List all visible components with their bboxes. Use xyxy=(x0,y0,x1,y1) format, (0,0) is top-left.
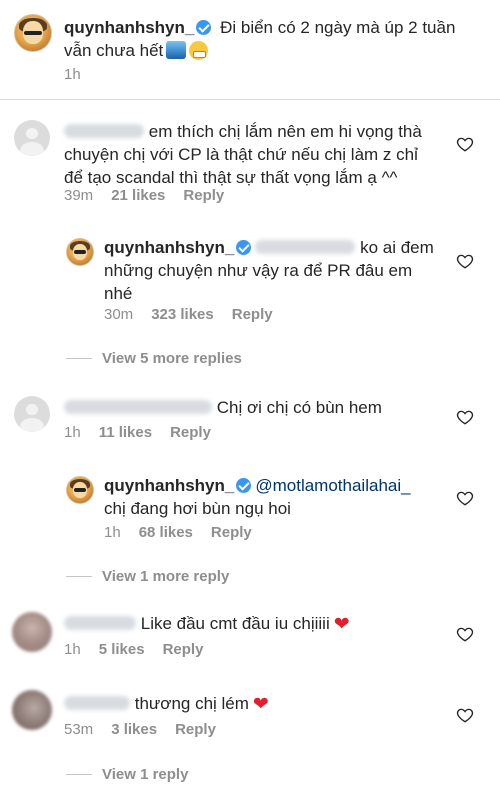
caption-line-1: Đi biển có 2 ngày mà úp 2 tuần xyxy=(220,18,456,37)
verified-icon xyxy=(236,240,252,255)
avatar[interactable] xyxy=(12,690,52,730)
avatar[interactable] xyxy=(66,476,94,504)
blurred-mention[interactable] xyxy=(255,240,356,254)
comment-time: 53m xyxy=(64,721,94,738)
reply-username[interactable]: quynhanhshyn_ xyxy=(104,238,234,257)
reply-button[interactable]: Reply xyxy=(183,187,224,204)
post-caption: quynhanhshyn_ Đi biển có 2 ngày mà úp 2 … xyxy=(0,0,500,100)
red-heart-emoji-icon: ❤ xyxy=(252,694,269,715)
caption-username[interactable]: quynhanhshyn_ xyxy=(64,18,194,37)
reply-text: quynhanhshyn_ @motlamothailahai_ chị đang… xyxy=(104,476,411,518)
heart-outline-icon[interactable] xyxy=(456,135,474,153)
comment-meta: 1h 5 likes Reply xyxy=(64,641,203,658)
comment-text: thương chị lém ❤ xyxy=(64,692,454,716)
verified-icon xyxy=(236,478,252,493)
comment-likes[interactable]: 5 likes xyxy=(99,641,145,658)
reply-meta: 30m 323 likes Reply xyxy=(104,306,273,323)
comment-time: 1h xyxy=(64,641,81,658)
comment-likes[interactable]: 11 likes xyxy=(99,424,152,441)
reply-mention[interactable]: @motlamothailahai_ xyxy=(255,476,410,495)
reply-text: quynhanhshyn_ ko ai đem những chuyện như… xyxy=(104,238,434,303)
view-more-replies-button[interactable]: View 5 more replies xyxy=(66,350,242,367)
heart-outline-icon[interactable] xyxy=(456,625,474,643)
blurred-username[interactable] xyxy=(64,696,130,710)
caption-time: 1h xyxy=(64,66,81,83)
caption-line-2: vẫn chưa hết xyxy=(64,41,164,60)
verified-icon xyxy=(196,20,212,35)
blurred-username[interactable] xyxy=(64,400,212,414)
reply-button[interactable]: Reply xyxy=(170,424,211,441)
reply-button[interactable]: Reply xyxy=(211,524,252,541)
comment-likes[interactable]: 21 likes xyxy=(111,187,165,204)
comment-text: em thích chị lắm nên em hi vọng thà chuy… xyxy=(64,122,422,187)
avatar[interactable] xyxy=(14,120,50,156)
reply-meta: 1h 68 likes Reply xyxy=(104,524,252,541)
reply-time: 1h xyxy=(104,524,121,541)
avatar[interactable] xyxy=(14,14,52,52)
heart-outline-icon[interactable] xyxy=(456,252,474,270)
wave-emoji-icon xyxy=(166,41,187,59)
comment-meta: 39m 21 likes Reply xyxy=(64,187,224,204)
blurred-username[interactable] xyxy=(64,616,136,630)
heart-outline-icon[interactable] xyxy=(456,706,474,724)
comment-time: 39m xyxy=(64,187,94,204)
heart-outline-icon[interactable] xyxy=(456,489,474,507)
heart-outline-icon[interactable] xyxy=(456,408,474,426)
comment-text: Chị ơi chị có bùn hem xyxy=(64,396,454,419)
reply-button[interactable]: Reply xyxy=(163,641,204,658)
view-replies-button[interactable]: View 1 reply xyxy=(66,766,188,783)
reply-likes[interactable]: 323 likes xyxy=(151,306,214,323)
divider xyxy=(0,99,500,100)
comment-text: Like đầu cmt đầu iu chịiiii ❤ xyxy=(64,612,454,636)
comment-likes[interactable]: 3 likes xyxy=(111,721,157,738)
avatar[interactable] xyxy=(14,396,50,432)
avatar[interactable] xyxy=(66,238,94,266)
comment-time: 1h xyxy=(64,424,81,441)
red-heart-emoji-icon: ❤ xyxy=(333,614,350,635)
avatar[interactable] xyxy=(12,612,52,652)
blurred-username[interactable] xyxy=(64,124,144,138)
caption-text: quynhanhshyn_ Đi biển có 2 ngày mà úp 2 … xyxy=(64,16,484,62)
comment-meta: 53m 3 likes Reply xyxy=(64,721,216,738)
reply-likes[interactable]: 68 likes xyxy=(139,524,193,541)
reply-button[interactable]: Reply xyxy=(175,721,216,738)
view-more-replies-button[interactable]: View 1 more reply xyxy=(66,568,229,585)
comment-meta: 1h 11 likes Reply xyxy=(64,424,211,441)
reply-username[interactable]: quynhanhshyn_ xyxy=(104,476,234,495)
grimace-emoji-icon xyxy=(189,41,209,60)
reply-button[interactable]: Reply xyxy=(232,306,273,323)
reply-time: 30m xyxy=(104,306,134,323)
